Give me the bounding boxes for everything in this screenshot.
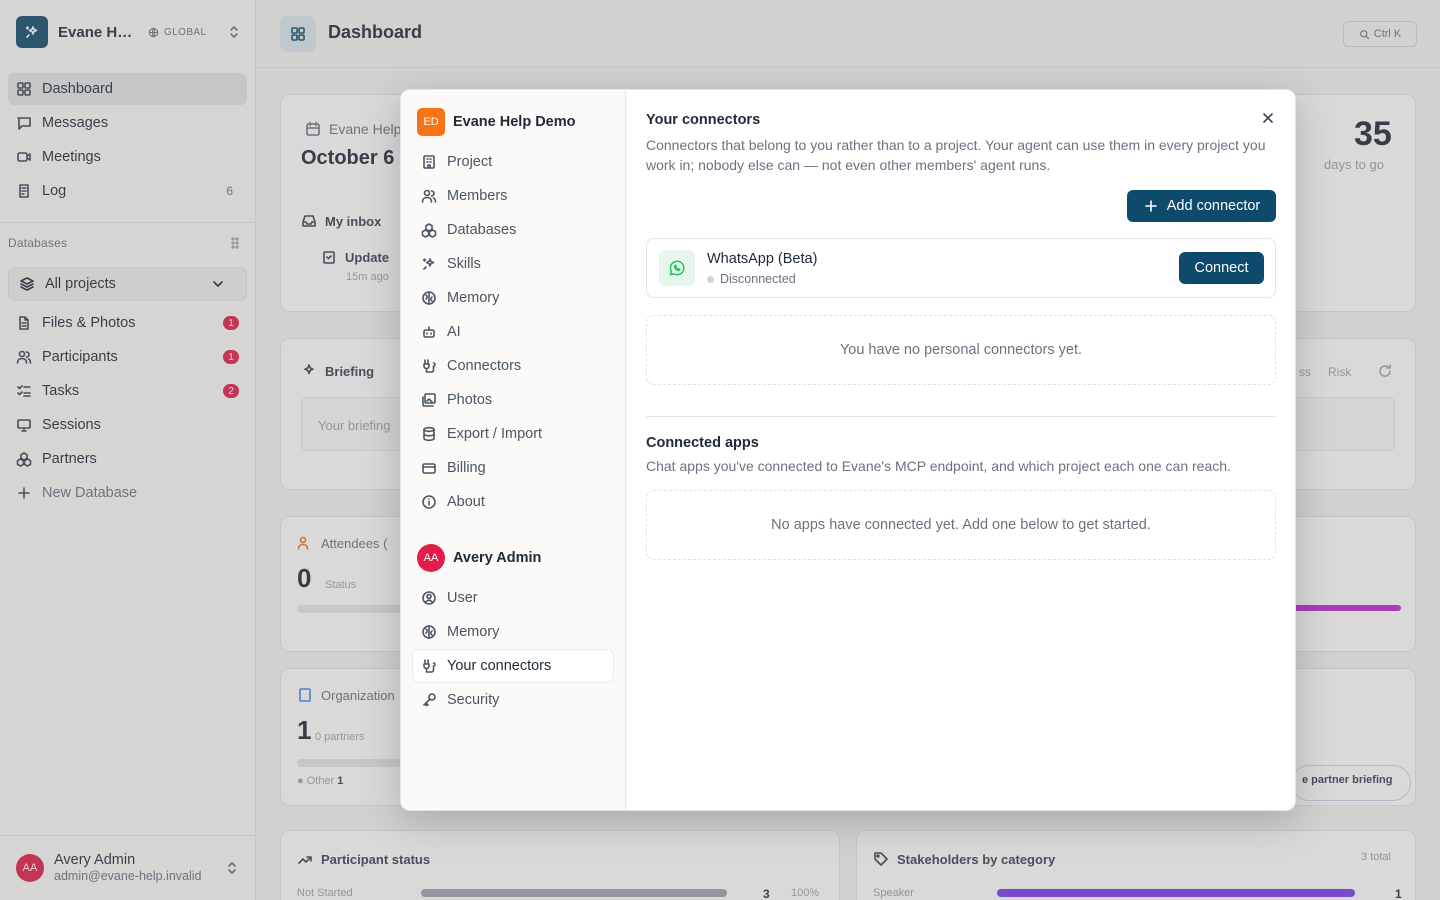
key-icon [423, 693, 436, 707]
settings-item-ai[interactable]: AI [413, 316, 613, 348]
settings-item-label: Security [447, 692, 500, 708]
whatsapp-icon [659, 250, 695, 286]
settings-item-project[interactable]: Project [413, 146, 613, 178]
add-connector-button[interactable]: Add connector [1127, 190, 1276, 222]
settings-item-user[interactable]: User [413, 582, 613, 614]
plug-icon [423, 359, 436, 373]
settings-item-security[interactable]: Security [413, 684, 613, 716]
database-icon [423, 426, 435, 442]
add-connector-label: Add connector [1166, 198, 1261, 214]
connector-status: Disconnected [707, 272, 796, 286]
connected-apps-title: Connected apps [646, 435, 759, 451]
connector-card-whatsapp: WhatsApp (Beta) Disconnected Connect [646, 238, 1276, 298]
settings-item-user-memory[interactable]: Memory [413, 616, 613, 648]
users-icon [421, 189, 437, 203]
images-icon [422, 393, 436, 407]
connector-name: WhatsApp (Beta) [707, 251, 818, 267]
settings-item-photos[interactable]: Photos [413, 384, 613, 416]
brain-icon [422, 625, 436, 639]
brain-icon [422, 291, 436, 305]
sparkles-icon [422, 258, 435, 270]
status-dot [707, 275, 714, 283]
settings-item-label: Skills [447, 256, 481, 272]
section-divider [646, 416, 1276, 417]
info-icon [422, 495, 436, 509]
settings-item-label: Export / Import [447, 426, 543, 442]
settings-item-databases[interactable]: Databases [413, 214, 613, 246]
settings-item-memory[interactable]: Memory [413, 282, 613, 314]
connector-status-label: Disconnected [720, 272, 796, 286]
close-icon[interactable] [1260, 110, 1276, 126]
settings-sidebar: ED Evane Help Demo Project Members Datab… [401, 90, 626, 810]
blocks-icon [421, 223, 437, 238]
settings-org-header: ED Evane Help Demo [417, 108, 576, 136]
settings-item-skills[interactable]: Skills [413, 248, 613, 280]
settings-item-connectors[interactable]: Connectors [413, 350, 613, 382]
settings-item-label: About [447, 494, 485, 510]
settings-item-label: Memory [447, 290, 500, 306]
settings-item-label: Photos [447, 392, 493, 408]
settings-item-about[interactable]: About [413, 486, 613, 518]
settings-item-your-connectors[interactable]: Your connectors [413, 650, 613, 682]
settings-item-label: Project [447, 154, 493, 170]
settings-item-label: User [447, 590, 478, 606]
org-settings-list: Project Members Databases Skills Memory … [413, 146, 613, 520]
section-description: Connectors that belong to you rather tha… [646, 137, 1266, 173]
connect-button[interactable]: Connect [1179, 252, 1264, 284]
settings-item-label: Memory [447, 624, 500, 640]
settings-modal: ED Evane Help Demo Project Members Datab… [400, 89, 1296, 811]
credit-card-icon [422, 463, 436, 474]
settings-item-label: AI [447, 324, 461, 340]
bot-icon [423, 326, 435, 338]
settings-item-label: Connectors [447, 358, 522, 374]
settings-item-export-import[interactable]: Export / Import [413, 418, 613, 450]
user-name: Avery Admin [453, 550, 542, 566]
connected-apps-description: Chat apps you've connected to Evane's MC… [646, 458, 1231, 474]
avatar: AA [417, 544, 445, 572]
settings-user-header: AA Avery Admin [417, 544, 541, 572]
user-circle-icon [422, 591, 436, 605]
org-name: Evane Help Demo [453, 114, 576, 130]
building-icon [423, 155, 435, 169]
connect-label: Connect [1194, 260, 1249, 276]
settings-item-label: Billing [447, 460, 486, 476]
empty-connected-apps: No apps have connected yet. Add one belo… [646, 490, 1276, 560]
settings-item-label: Databases [447, 222, 517, 238]
plug-icon [423, 659, 436, 673]
settings-item-billing[interactable]: Billing [413, 452, 613, 484]
settings-item-label: Members [447, 188, 508, 204]
settings-item-label: Your connectors [447, 658, 552, 674]
settings-item-members[interactable]: Members [413, 180, 613, 212]
plus-icon [1144, 200, 1157, 212]
org-avatar: ED [417, 108, 445, 136]
empty-personal-connectors: You have no personal connectors yet. [646, 315, 1276, 385]
user-settings-list: User Memory Your connectors Security [413, 582, 613, 718]
section-title: Your connectors [646, 112, 761, 128]
